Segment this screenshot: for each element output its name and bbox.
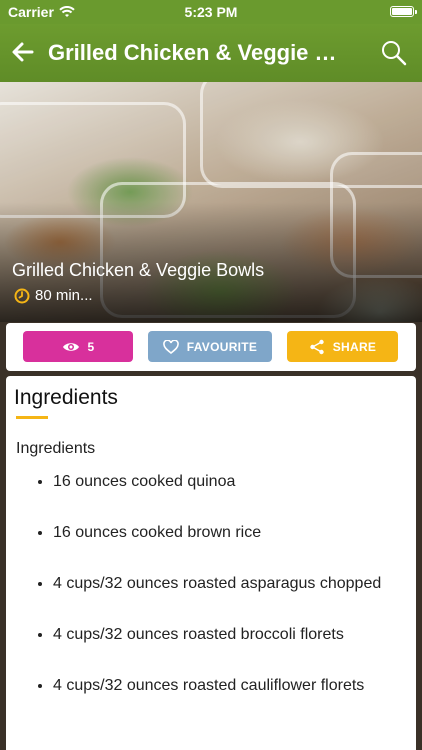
- recipe-hero-image: Grilled Chicken & Veggie Bowls 80 min...: [0, 82, 422, 322]
- back-arrow-icon[interactable]: [10, 39, 36, 65]
- search-icon[interactable]: [380, 39, 408, 67]
- heart-icon: [162, 339, 179, 354]
- ingredient-item: 4 cups/32 ounces roasted broccoli floret…: [53, 625, 381, 676]
- ingredients-heading: Ingredients: [14, 386, 118, 409]
- share-label: SHARE: [332, 339, 377, 354]
- duration-label: 80 min...: [35, 287, 93, 304]
- recipe-name: Grilled Chicken & Veggie Bowls: [12, 260, 265, 280]
- ingredients-subheading: Ingredients: [16, 440, 96, 457]
- status-bar: Carrier 5:23 PM: [0, 0, 422, 24]
- views-count: 5: [87, 339, 95, 354]
- ingredient-item: 16 ounces cooked quinoa: [53, 472, 381, 523]
- eye-icon: [62, 342, 79, 351]
- views-button[interactable]: 5: [23, 331, 133, 362]
- ingredient-list: 16 ounces cooked quinoa 16 ounces cooked…: [6, 472, 381, 727]
- share-icon: [310, 339, 324, 354]
- clock-icon: [14, 288, 30, 303]
- page-title: Grilled Chicken & Veggie B...: [48, 40, 348, 65]
- ingredient-item: 4 cups/32 ounces roasted cauliflower flo…: [53, 676, 381, 727]
- cook-duration: 80 min...: [14, 287, 93, 304]
- heading-underline: [16, 416, 48, 419]
- clock: 5:23 PM: [184, 4, 238, 20]
- nav-bar: Grilled Chicken & Veggie B...: [0, 24, 422, 82]
- ingredients-card: Ingredients Ingredients 16 ounces cooked…: [6, 376, 416, 750]
- battery-icon: [390, 6, 417, 17]
- favourite-button[interactable]: FAVOURITE: [148, 331, 272, 362]
- action-bar: 5 FAVOURITE SHARE: [6, 323, 416, 371]
- share-button[interactable]: SHARE: [287, 331, 398, 362]
- ingredient-item: 16 ounces cooked brown rice: [53, 523, 381, 574]
- ingredient-item: 4 cups/32 ounces roasted asparagus chopp…: [53, 574, 381, 625]
- favourite-label: FAVOURITE: [186, 339, 258, 354]
